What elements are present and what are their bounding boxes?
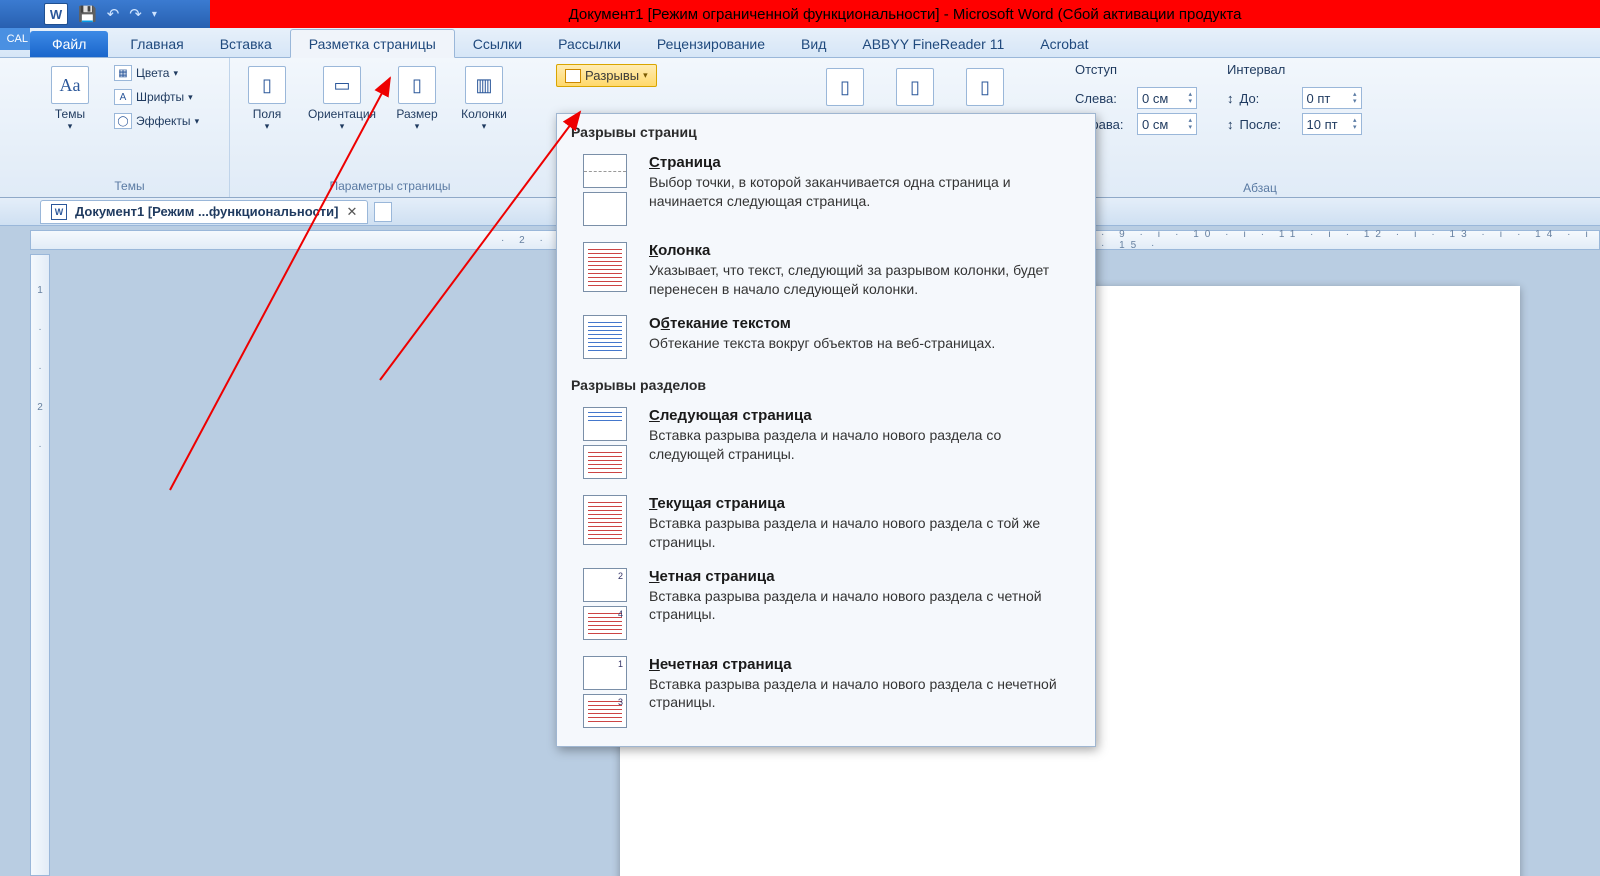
fonts-icon: A <box>114 89 132 105</box>
tab-references[interactable]: Ссылки <box>455 30 540 57</box>
word-icon: W <box>44 3 68 25</box>
spacing-after-row: ↕ После: 10 пт▴▾ <box>1227 113 1362 135</box>
fonts-button[interactable]: AШрифты▾ <box>108 86 205 108</box>
tab-home[interactable]: Главная <box>112 30 201 57</box>
colors-button[interactable]: ▦Цвета▾ <box>108 62 205 84</box>
save-icon[interactable]: 💾 <box>78 5 97 23</box>
title-text: Документ1 [Режим ограниченной функционал… <box>210 0 1600 28</box>
borders-placeholder[interactable]: ▯ <box>960 64 1010 114</box>
spacing-before-input[interactable]: 0 пт▴▾ <box>1302 87 1362 109</box>
titlebar: W 💾 ↶ ↷ ▾ Документ1 [Режим ограниченной … <box>0 0 1600 28</box>
colors-icon: ▦ <box>114 65 132 81</box>
themes-button[interactable]: Aa Темы ▾ <box>38 62 102 136</box>
break-next-page[interactable]: Следующая страницаВставка разрыва раздел… <box>557 399 1095 487</box>
tab-file[interactable]: Файл <box>30 31 108 57</box>
paragraph-group-label: Абзац <box>1200 181 1320 195</box>
spacing-before-icon: ↕ <box>1227 91 1234 106</box>
pagecolor-icon: ▯ <box>896 68 934 106</box>
columns-button[interactable]: ▥Колонки▾ <box>452 62 516 136</box>
quick-access-toolbar: 💾 ↶ ↷ ▾ <box>78 5 157 23</box>
document-tab[interactable]: W Документ1 [Режим ...функциональности] … <box>40 200 368 224</box>
section-page-breaks: Разрывы страниц <box>557 114 1095 146</box>
watermark-placeholder[interactable]: ▯ <box>820 64 870 114</box>
left-stub: CAL <box>0 28 30 50</box>
document-icon: W <box>51 204 67 220</box>
orientation-icon: ▭ <box>323 66 361 104</box>
spacing-after-input[interactable]: 10 пт▴▾ <box>1302 113 1362 135</box>
qat-dropdown-icon[interactable]: ▾ <box>152 9 157 20</box>
break-odd-page[interactable]: 13 Нечетная страницаВставка разрыва разд… <box>557 648 1095 736</box>
tab-review[interactable]: Рецензирование <box>639 30 783 57</box>
break-page[interactable]: СтраницаВыбор точки, в которой заканчива… <box>557 146 1095 234</box>
tab-mailings[interactable]: Рассылки <box>540 30 639 57</box>
margins-icon: ▯ <box>248 66 286 104</box>
indent-right-input[interactable]: 0 см▴▾ <box>1137 113 1197 135</box>
tab-insert[interactable]: Вставка <box>202 30 290 57</box>
spacing-header: Интервал <box>1227 62 1362 83</box>
page-setup-group-label: Параметры страницы <box>238 177 542 195</box>
spacing-after-icon: ↕ <box>1227 117 1234 132</box>
tab-abbyy[interactable]: ABBYY FineReader 11 <box>844 30 1022 57</box>
columns-icon: ▥ <box>465 66 503 104</box>
close-doc-icon[interactable]: ✕ <box>346 204 357 220</box>
ribbon-tabs: Файл Главная Вставка Разметка страницы С… <box>0 28 1600 58</box>
margins-button[interactable]: ▯Поля▾ <box>238 62 296 136</box>
indent-left-input[interactable]: 0 см▴▾ <box>1137 87 1197 109</box>
breaks-button[interactable]: Разрывы ▾ <box>556 64 657 87</box>
vertical-ruler[interactable]: 1··2· <box>30 254 50 876</box>
group-themes: Aa Темы ▾ ▦Цвета▾ AШрифты▾ ◯Эффекты▾ Тем… <box>30 58 230 197</box>
break-even-page[interactable]: 24 Четная страницаВставка разрыва раздел… <box>557 560 1095 648</box>
watermark-icon: ▯ <box>826 68 864 106</box>
breaks-icon <box>565 69 581 83</box>
redo-icon[interactable]: ↷ <box>129 5 142 23</box>
size-icon: ▯ <box>398 66 436 104</box>
break-text-wrapping[interactable]: Обтекание текстомОбтекание текста вокруг… <box>557 307 1095 367</box>
undo-icon[interactable]: ↶ <box>107 5 120 23</box>
borders-icon: ▯ <box>966 68 1004 106</box>
breaks-dropdown: Разрывы страниц СтраницаВыбор точки, в к… <box>556 113 1096 747</box>
themes-group-label: Темы <box>38 177 221 195</box>
group-page-setup: ▯Поля▾ ▭Ориентация▾ ▯Размер▾ ▥Колонки▾ П… <box>230 58 550 197</box>
themes-icon: Aa <box>51 66 89 104</box>
size-button[interactable]: ▯Размер▾ <box>388 62 446 136</box>
tab-view[interactable]: Вид <box>783 30 844 57</box>
tab-acrobat[interactable]: Acrobat <box>1022 30 1106 57</box>
pagecolor-placeholder[interactable]: ▯ <box>890 64 940 114</box>
new-doc-button[interactable] <box>374 202 392 222</box>
effects-icon: ◯ <box>114 113 132 129</box>
orientation-button[interactable]: ▭Ориентация▾ <box>302 62 382 136</box>
spacing-before-row: ↕ До: 0 пт▴▾ <box>1227 87 1362 109</box>
break-column[interactable]: КолонкаУказывает, что текст, следующий з… <box>557 234 1095 307</box>
indent-left-row: Слева: 0 см▴▾ <box>1075 87 1197 109</box>
effects-button[interactable]: ◯Эффекты▾ <box>108 110 205 132</box>
indent-header: Отступ <box>1075 62 1197 83</box>
tab-page-layout[interactable]: Разметка страницы <box>290 29 455 58</box>
break-continuous[interactable]: Текущая страницаВставка разрыва раздела … <box>557 487 1095 560</box>
section-section-breaks: Разрывы разделов <box>557 367 1095 399</box>
